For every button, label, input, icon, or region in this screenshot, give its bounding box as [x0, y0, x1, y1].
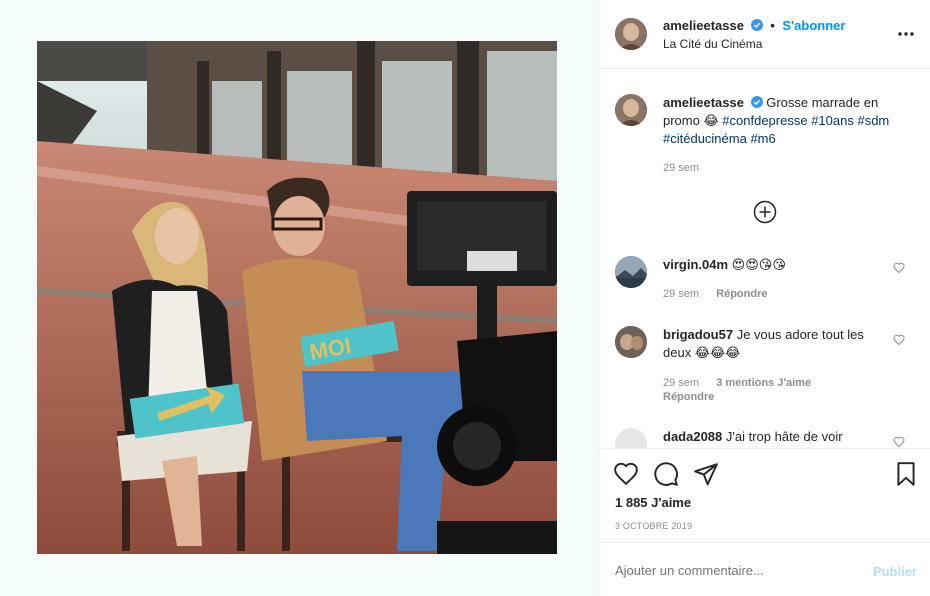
- comment-meta: 29 sem 3 mentions J'aime Répondre: [663, 376, 811, 404]
- comment-icon[interactable]: [653, 461, 679, 487]
- caption-timestamp: 29 sem: [663, 162, 700, 174]
- hashtag-link[interactable]: #confdepresse: [722, 113, 807, 128]
- heart-icon[interactable]: [893, 334, 905, 346]
- media-pane: MOI: [0, 0, 598, 596]
- avatar[interactable]: [615, 94, 647, 126]
- comment-text: virgin.04m 😍😍😘😘: [663, 256, 883, 274]
- more-icon[interactable]: [896, 22, 916, 42]
- hashtag-link[interactable]: #citéducinéma: [663, 131, 747, 146]
- photo-illustration: MOI: [37, 41, 557, 554]
- heart-icon[interactable]: [893, 436, 905, 448]
- hashtag-link[interactable]: #m6: [750, 131, 775, 146]
- location-link[interactable]: La Cité du Cinéma: [663, 37, 762, 51]
- comment-text: dada2088 J'ai trop hâte de voir: [663, 428, 883, 446]
- hashtag-link[interactable]: #sdm: [857, 113, 889, 128]
- heart-icon[interactable]: [893, 262, 905, 274]
- caption-text: amelieetasse Grosse marrade en promo 😂 #…: [663, 94, 893, 148]
- publish-button[interactable]: Publier: [873, 564, 917, 579]
- post-sidebar: amelieetasse • S'abonner La Cité du Ciné…: [598, 0, 930, 596]
- share-icon[interactable]: [693, 461, 719, 487]
- avatar[interactable]: [615, 428, 647, 448]
- avatar[interactable]: [615, 256, 647, 288]
- plus-circle-icon[interactable]: [753, 200, 777, 224]
- post-photo[interactable]: MOI: [37, 41, 557, 554]
- avatar-image: [615, 94, 647, 126]
- comment-text: brigadou57 Je vous adore tout les deux 😂…: [663, 326, 883, 362]
- avatar[interactable]: [615, 18, 647, 50]
- comment-likes-count[interactable]: 3 mentions J'aime: [716, 377, 811, 389]
- caption-username[interactable]: amelieetasse: [663, 95, 744, 110]
- comment-input[interactable]: [615, 563, 835, 578]
- post-header: amelieetasse • S'abonner La Cité du Ciné…: [599, 0, 930, 69]
- comment-timestamp: 29 sem: [663, 377, 700, 389]
- verified-icon: [750, 19, 763, 31]
- header-username[interactable]: amelieetasse: [663, 18, 744, 33]
- post-date: 3 OCTOBRE 2019: [615, 521, 693, 531]
- comment-body: J'ai trop hâte de voir: [725, 429, 843, 444]
- add-comment-bar: Publier: [599, 542, 930, 596]
- likes-count[interactable]: 1 885 J'aime: [615, 495, 691, 510]
- separator-dot: •: [770, 18, 775, 33]
- avatar[interactable]: [615, 326, 647, 358]
- reply-button[interactable]: Répondre: [716, 288, 767, 300]
- verified-icon: [750, 95, 763, 108]
- heart-icon[interactable]: [613, 461, 639, 487]
- header-userline: amelieetasse • S'abonner: [663, 18, 845, 33]
- comment-username[interactable]: virgin.04m: [663, 257, 728, 272]
- comments-list[interactable]: amelieetasse Grosse marrade en promo 😂 #…: [599, 70, 930, 448]
- comment-timestamp: 29 sem: [663, 288, 700, 300]
- avatar-image: [615, 18, 647, 50]
- comment-meta: 29 sem Répondre: [663, 288, 767, 300]
- follow-button[interactable]: S'abonner: [782, 18, 845, 33]
- comment-username[interactable]: dada2088: [663, 429, 722, 444]
- comment-body: 😍😍😘😘: [731, 257, 786, 272]
- avatar-image: [615, 256, 647, 288]
- hashtag-link[interactable]: #10ans: [811, 113, 854, 128]
- bookmark-icon[interactable]: [893, 461, 919, 487]
- avatar-image: [615, 326, 647, 358]
- comment-username[interactable]: brigadou57: [663, 327, 733, 342]
- reply-button[interactable]: Répondre: [663, 391, 714, 403]
- post-actions: 1 885 J'aime 3 OCTOBRE 2019: [599, 448, 930, 542]
